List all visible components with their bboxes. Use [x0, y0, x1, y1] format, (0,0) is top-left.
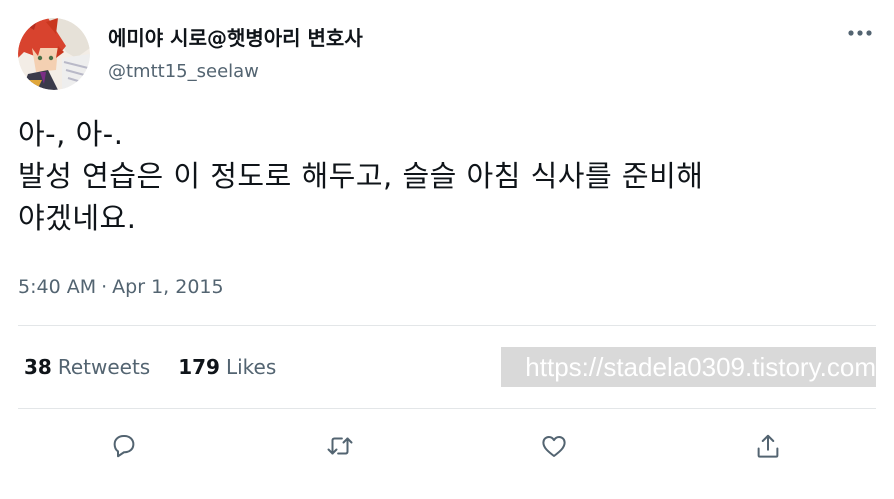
share-button[interactable] [748, 426, 788, 466]
reply-button[interactable] [104, 426, 144, 466]
action-bar [0, 420, 894, 470]
share-upload-icon [757, 434, 779, 458]
likes-stat[interactable]: 179 Likes [178, 353, 276, 381]
divider-top [18, 325, 876, 326]
retweet-button[interactable] [320, 426, 360, 466]
retweets-stat[interactable]: 38 Retweets [24, 353, 150, 381]
tweet-stats: 38 Retweets 179 Likes [24, 353, 304, 381]
retweets-label: Retweets [57, 355, 151, 379]
retweets-count: 38 [24, 355, 52, 379]
tweet-time[interactable]: 5:40 AM [18, 276, 96, 298]
likes-count: 179 [178, 355, 220, 379]
tweet-timestamp[interactable]: 5:40 AM · Apr 1, 2015 [18, 274, 224, 300]
divider-bottom [18, 408, 876, 409]
timestamp-separator: · [101, 276, 108, 298]
user-handle[interactable]: @tmtt15_seelaw [108, 59, 259, 85]
tweet-date[interactable]: Apr 1, 2015 [112, 276, 223, 298]
likes-label: Likes [225, 355, 277, 379]
watermark: https://stadela0309.tistory.com [501, 347, 876, 387]
display-name[interactable]: 에미야 시로@햇병아리 변호사 [108, 24, 363, 52]
retweet-arrows-icon [327, 437, 353, 455]
heart-icon [542, 436, 566, 457]
avatar[interactable] [18, 18, 90, 90]
like-button[interactable] [534, 426, 574, 466]
more-options-button[interactable] [840, 20, 880, 46]
tweet-text: 아-, 아-. 발성 연습은 이 정도로 해두고, 슬슬 아침 식사를 준비해 … [18, 117, 704, 235]
avatar-image [18, 18, 90, 90]
more-horizontal-icon [848, 30, 872, 36]
reply-bubble-icon [113, 435, 135, 458]
